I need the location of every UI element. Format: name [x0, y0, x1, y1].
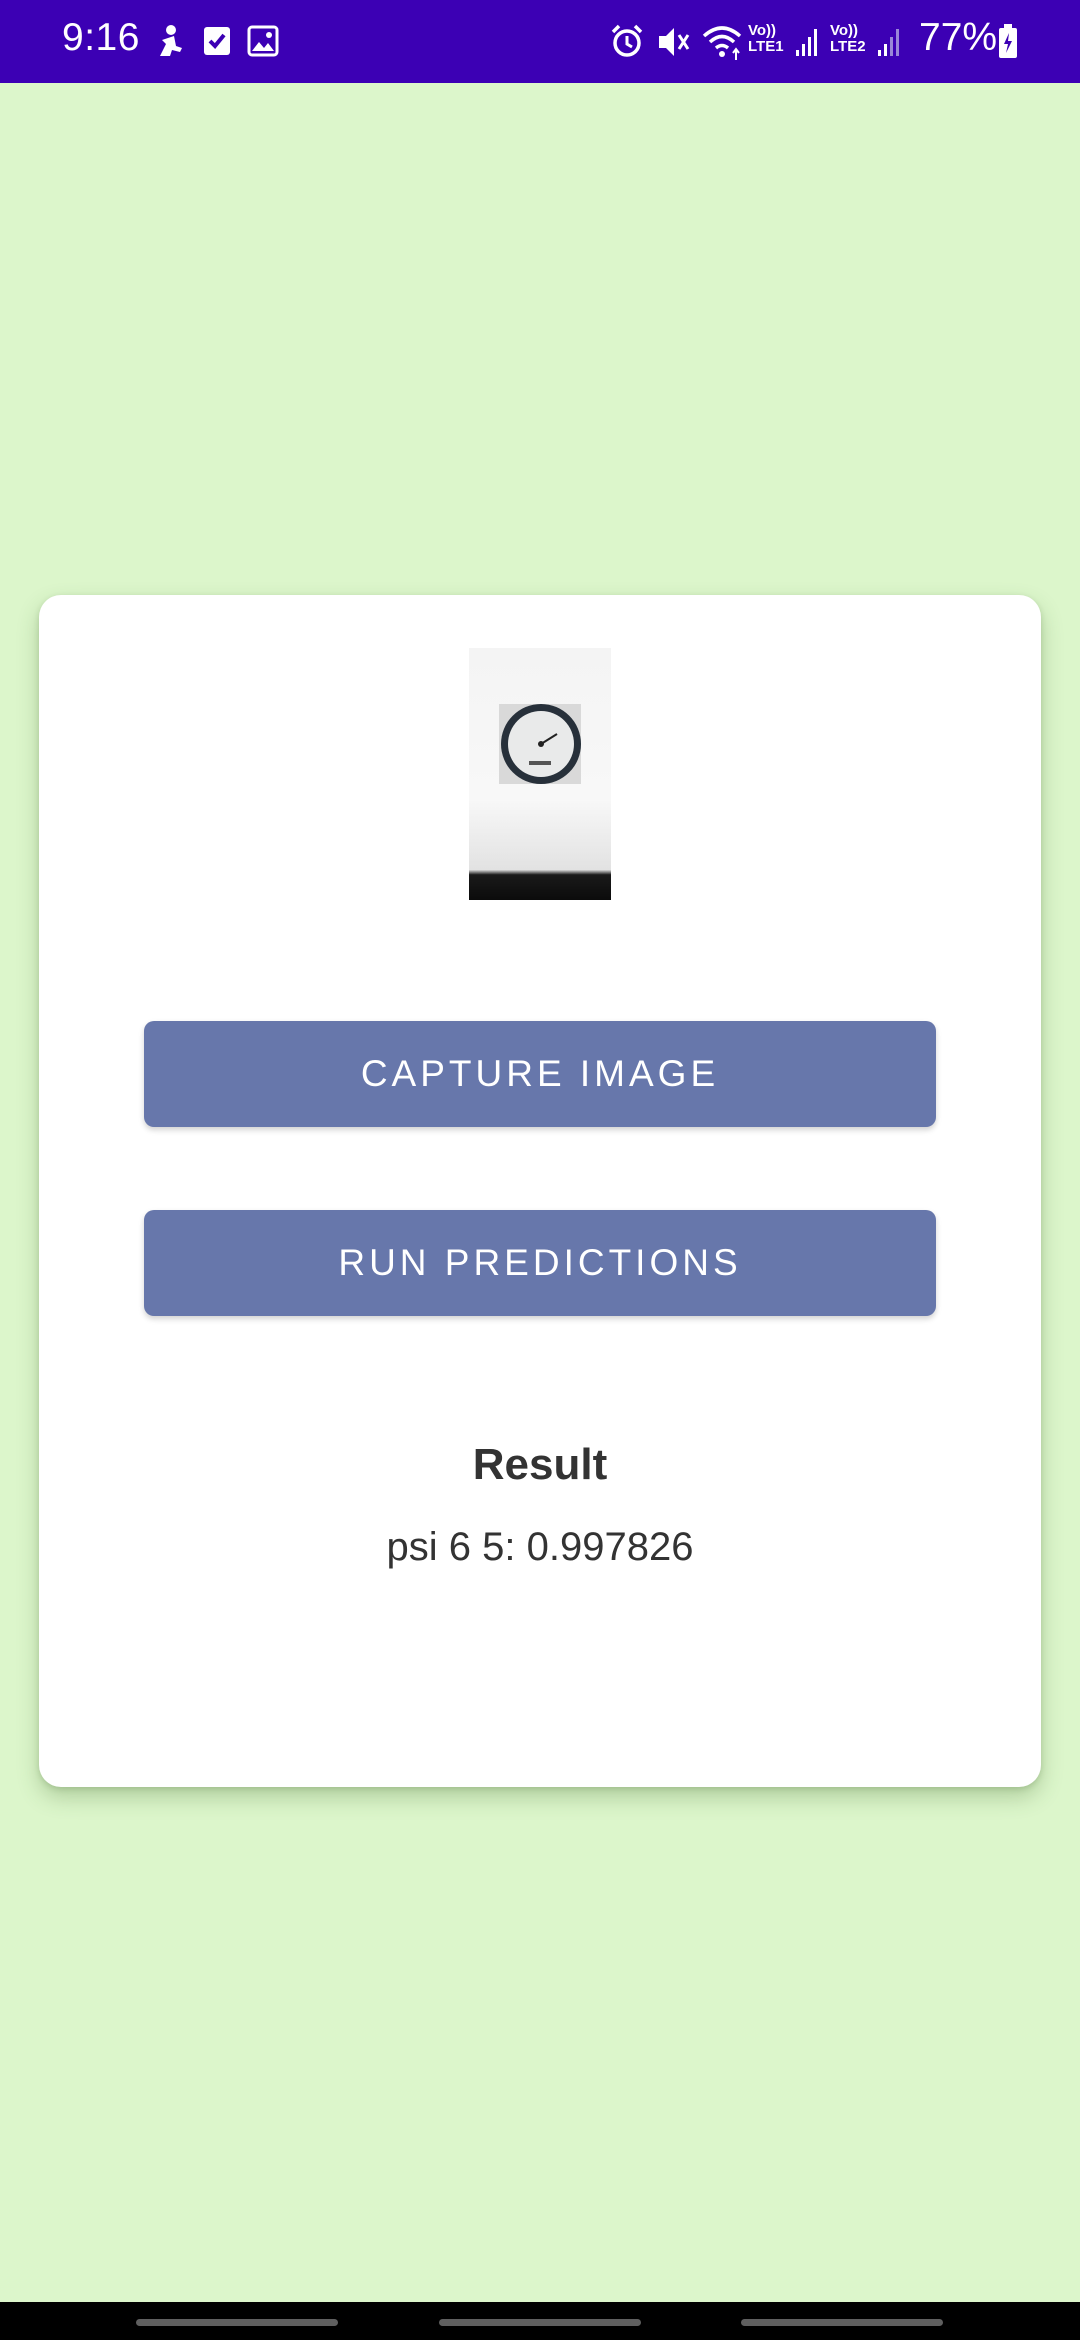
captured-image — [469, 648, 611, 900]
gauge-photo — [499, 704, 581, 784]
signal-icon — [796, 29, 817, 56]
mute-icon — [659, 28, 690, 56]
task-check-icon — [204, 27, 230, 55]
sim2-label: Vo)) LTE2 — [830, 22, 866, 55]
nav-handle-left[interactable] — [136, 2319, 338, 2326]
battery-charging-icon — [999, 24, 1017, 58]
battery-percent: 77% — [919, 16, 998, 59]
capture-image-button[interactable]: CAPTURE IMAGE — [144, 1021, 936, 1127]
nav-handle-center[interactable] — [439, 2319, 641, 2326]
wifi-icon — [702, 26, 742, 60]
result-title: Result — [472, 1440, 608, 1489]
run-predictions-button[interactable]: RUN PREDICTIONS — [144, 1210, 936, 1316]
gallery-icon — [247, 25, 279, 57]
sim1-label: Vo)) LTE1 — [748, 22, 784, 55]
status-bar: 9:16 Vo)) LTE1 Vo)) LTE2 77% — [0, 0, 1080, 83]
accessibility-icon — [160, 25, 182, 56]
alarm-icon — [611, 24, 643, 57]
status-time: 9:16 — [62, 16, 140, 59]
main-card: CAPTURE IMAGE RUN PREDICTIONS Result psi… — [39, 595, 1041, 1787]
result-value: psi 6 5: 0.997826 — [386, 1525, 694, 1569]
navigation-bar — [0, 2302, 1080, 2340]
signal-icon — [878, 29, 899, 56]
nav-handle-right[interactable] — [741, 2319, 943, 2326]
